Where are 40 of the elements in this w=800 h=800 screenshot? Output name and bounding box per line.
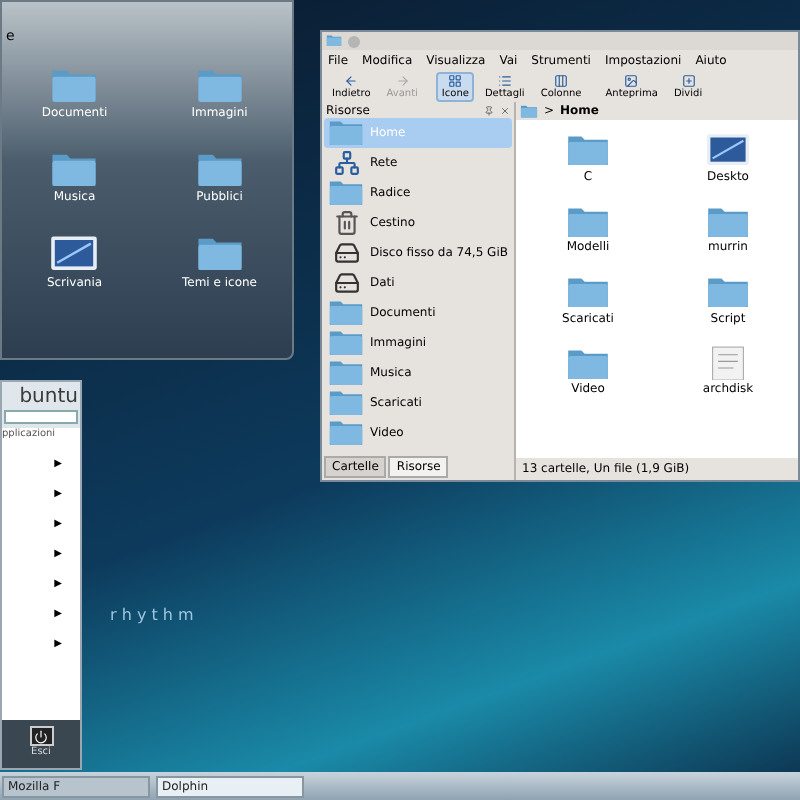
folder-icon bbox=[328, 388, 364, 418]
folder-icon bbox=[328, 298, 364, 328]
folder-icon bbox=[566, 345, 610, 381]
back-arrow-icon bbox=[344, 74, 359, 88]
search-field[interactable] bbox=[4, 410, 78, 424]
forward-arrow-icon bbox=[395, 74, 410, 88]
power-button[interactable] bbox=[29, 726, 53, 747]
grid-icon bbox=[448, 74, 463, 88]
trash-icon bbox=[333, 210, 359, 236]
drive-icon bbox=[333, 240, 359, 266]
columns-icon bbox=[554, 74, 569, 88]
wallpaper-text: r h y t h m bbox=[110, 604, 194, 628]
folder-icon bbox=[328, 358, 364, 388]
folder-icon bbox=[326, 34, 342, 48]
folder-icon bbox=[328, 118, 364, 148]
logo-text: buntu bbox=[19, 383, 78, 411]
power-icon bbox=[34, 729, 48, 744]
folder-icon bbox=[328, 178, 364, 208]
folder-icon bbox=[566, 274, 610, 310]
folder-icon bbox=[566, 203, 610, 239]
monitor-icon bbox=[706, 132, 750, 168]
network-icon bbox=[333, 150, 359, 176]
folder-icon bbox=[328, 418, 364, 448]
folder-icon bbox=[328, 328, 364, 358]
document-icon bbox=[706, 345, 750, 381]
folder-icon bbox=[50, 66, 99, 105]
monitor-icon bbox=[50, 234, 99, 274]
folder-icon bbox=[195, 234, 244, 274]
list-icon bbox=[497, 74, 512, 88]
image-icon bbox=[624, 74, 639, 88]
folder-icon bbox=[195, 150, 244, 189]
drive-icon bbox=[333, 270, 359, 296]
folder-icon bbox=[195, 66, 244, 105]
folder-icon bbox=[50, 150, 99, 189]
folder-icon bbox=[706, 203, 750, 239]
split-icon bbox=[681, 74, 696, 88]
folder-icon bbox=[706, 274, 750, 310]
folder-icon bbox=[520, 103, 538, 119]
pin-icon[interactable] bbox=[484, 105, 494, 115]
folder-icon bbox=[566, 132, 610, 168]
